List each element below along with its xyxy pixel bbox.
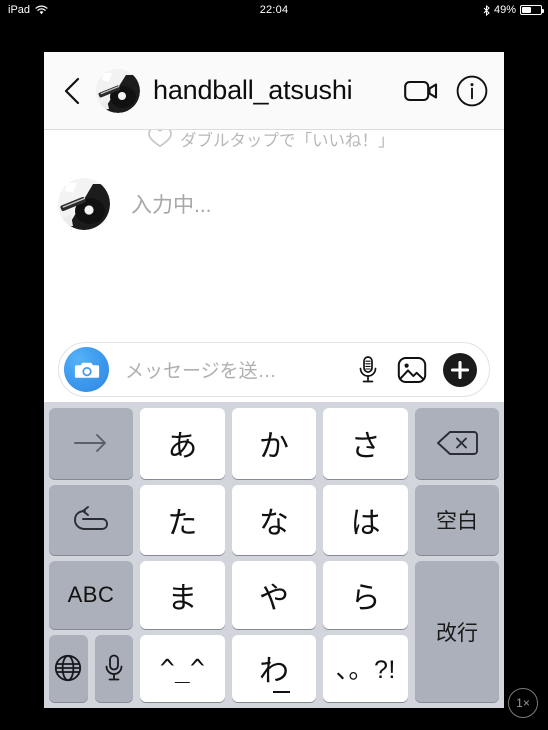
conversation-body: ダブルタップで「いいね！」 入力中... — [44, 130, 504, 342]
video-camera-icon[interactable] — [404, 78, 438, 104]
status-bar-clock: 22:04 — [259, 4, 289, 16]
header-actions — [404, 75, 488, 107]
key-na[interactable]: な — [231, 484, 317, 555]
key-a[interactable]: あ — [140, 408, 225, 479]
keyboard-rows-3-4: ABC ま や ら ^_^ わ 、。?! 改行 — [49, 561, 499, 702]
info-circle-icon[interactable] — [456, 75, 488, 107]
message-composer-container: メッセージを送… — [44, 342, 504, 397]
back-chevron-icon[interactable] — [60, 74, 86, 108]
ipad-screen: iPad 22:04 49% handball_atsushi ダブルタップで「… — [0, 0, 548, 730]
conversation-header: handball_atsushi — [44, 52, 504, 130]
key-sa[interactable]: さ — [323, 408, 409, 479]
avatar[interactable] — [96, 68, 140, 113]
composer-action-icons — [355, 352, 479, 387]
key-ya[interactable]: や — [231, 561, 317, 629]
double-tap-hint-text: ダブルタップで「いいね！」 — [180, 132, 395, 150]
key-ta[interactable]: た — [140, 484, 225, 555]
photo-gallery-icon[interactable] — [397, 355, 427, 385]
heart-outline-icon — [147, 130, 173, 154]
key-space[interactable]: 空白 — [415, 484, 500, 555]
microphone-icon[interactable] — [355, 355, 381, 385]
display-zoom-badge[interactable]: 1× — [508, 688, 538, 718]
key-undo[interactable] — [49, 484, 133, 555]
key-return[interactable]: 改行 — [415, 561, 499, 702]
key-wa[interactable]: わ — [231, 634, 317, 702]
key-arrow-right[interactable] — [49, 408, 133, 479]
message-input[interactable]: メッセージを送… — [125, 356, 355, 383]
bluetooth-icon — [483, 4, 490, 16]
typing-indicator-text: 入力中... — [131, 194, 212, 217]
key-ka[interactable]: か — [231, 408, 317, 479]
instagram-direct-message-app: handball_atsushi ダブルタップで「いいね！」 入力中... メッ… — [44, 52, 504, 708]
key-delete[interactable] — [415, 408, 500, 479]
plus-circle-icon[interactable] — [443, 352, 477, 387]
keyboard-row-1: あ か さ — [49, 408, 500, 479]
key-ha[interactable]: は — [323, 484, 409, 555]
key-wa-label: わ — [259, 655, 289, 689]
keyboard-row-3: ま や ら — [140, 561, 409, 629]
key-globe[interactable] — [49, 634, 88, 702]
key-emoji-face[interactable]: ^_^ — [140, 634, 225, 702]
keyboard-row-2: た な は 空白 — [49, 484, 500, 555]
typing-avatar[interactable] — [58, 178, 110, 230]
battery-percent-label: 49% — [493, 4, 516, 16]
message-composer: メッセージを送… — [58, 342, 490, 397]
status-bar: iPad 22:04 49% — [0, 0, 548, 20]
keyboard-row-4: ^_^ わ 、。?! — [140, 634, 409, 702]
keyboard-left-column: ABC — [49, 561, 133, 702]
keyboard-character-grid: ま や ら ^_^ わ 、。?! — [140, 561, 409, 702]
page-title: handball_atsushi — [153, 75, 353, 105]
typing-indicator-row: 入力中... — [44, 178, 504, 230]
key-ma[interactable]: ま — [140, 561, 225, 629]
key-wa-underscore — [273, 691, 290, 693]
key-dictation[interactable] — [94, 634, 133, 702]
japanese-kana-keyboard: あ か さ た な は 空白 ABC ま や ら ^_^ わ 、。?! 改行 — [44, 402, 504, 708]
double-tap-hint: ダブルタップで「いいね！」 — [44, 130, 504, 154]
key-ra[interactable]: ら — [323, 561, 409, 629]
camera-icon[interactable] — [64, 347, 109, 392]
key-punctuation[interactable]: 、。?! — [323, 634, 409, 702]
key-abc[interactable]: ABC — [49, 561, 133, 629]
keyboard-globe-mic-group — [49, 634, 133, 702]
battery-icon — [520, 5, 544, 15]
status-bar-right: 49% — [483, 4, 544, 16]
